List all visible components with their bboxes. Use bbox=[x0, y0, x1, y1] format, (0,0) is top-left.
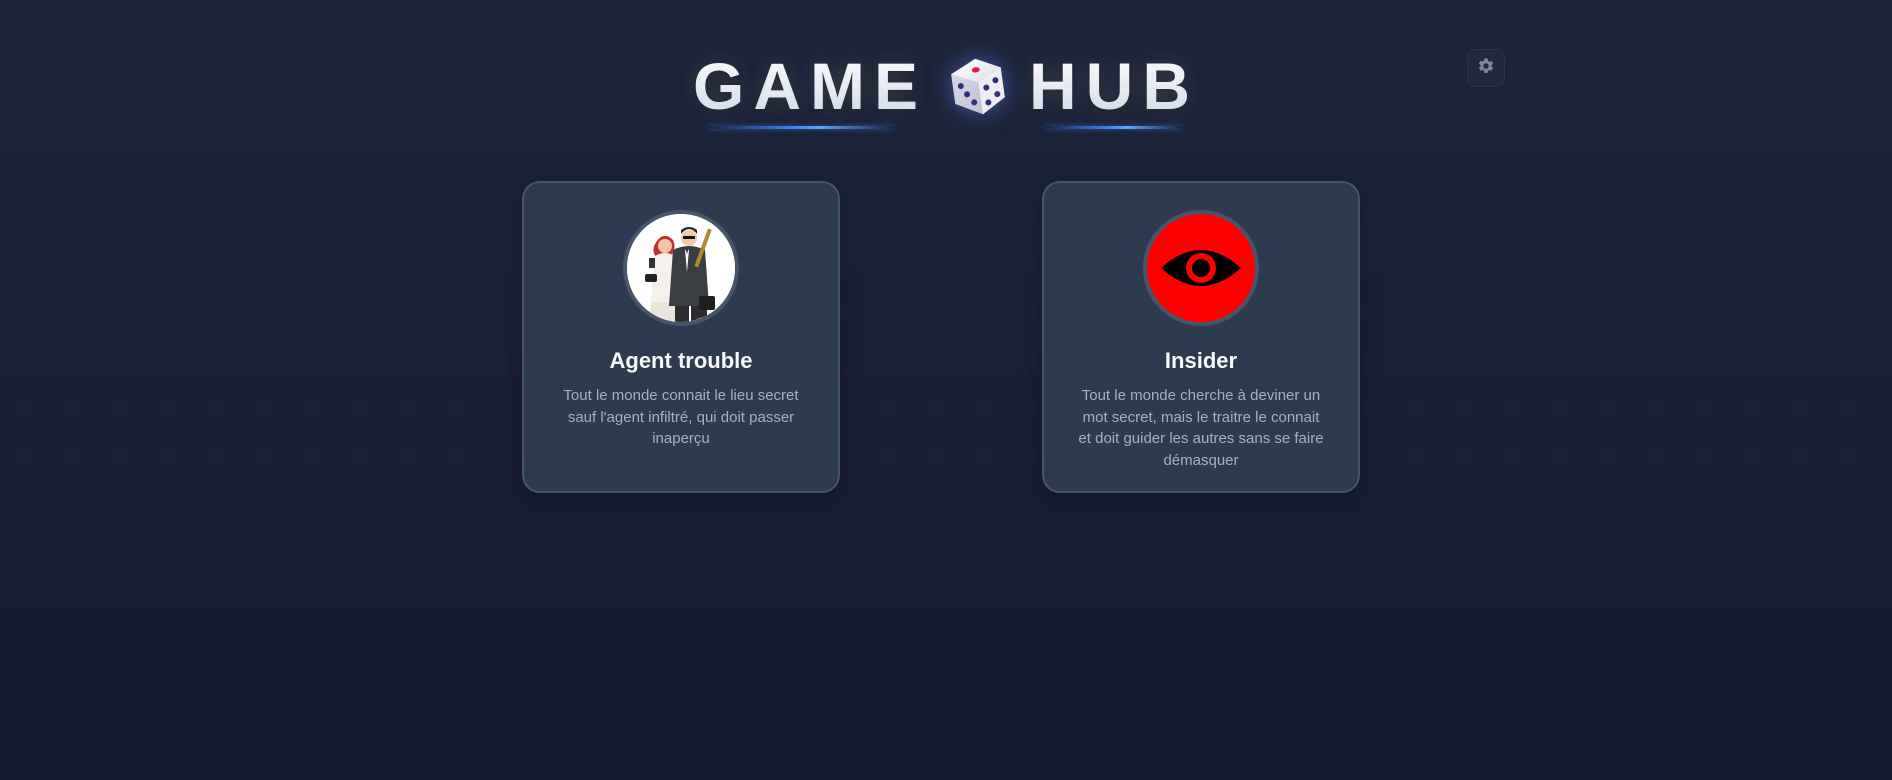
title-underline-left bbox=[708, 126, 894, 129]
agent-trouble-image bbox=[623, 210, 739, 326]
header: GAME HUB bbox=[0, 40, 1892, 140]
app-title-game: GAME bbox=[693, 46, 927, 126]
game-title: Insider bbox=[1164, 348, 1238, 373]
red-eye-icon bbox=[1147, 214, 1255, 322]
game-description: Tout le monde cherche à deviner un mot s… bbox=[1078, 387, 1324, 469]
dice-icon bbox=[941, 51, 1011, 121]
settings-button[interactable] bbox=[1467, 49, 1505, 87]
game-title: Agent trouble bbox=[609, 348, 753, 373]
gear-icon bbox=[1477, 57, 1495, 80]
game-card-insider[interactable]: Insider Tout le monde cherche à deviner … bbox=[1042, 181, 1360, 493]
game-card-agent-trouble[interactable]: Agent trouble Tout le monde connait le l… bbox=[522, 181, 840, 493]
title-underline-right bbox=[1045, 126, 1183, 129]
insider-image bbox=[1143, 210, 1259, 326]
spy-agents-illustration bbox=[627, 214, 735, 322]
game-description: Tout le monde connait le lieu secret sau… bbox=[563, 387, 799, 447]
app-title: GAME HUB bbox=[0, 40, 1892, 126]
app-title-hub: HUB bbox=[1029, 46, 1199, 126]
